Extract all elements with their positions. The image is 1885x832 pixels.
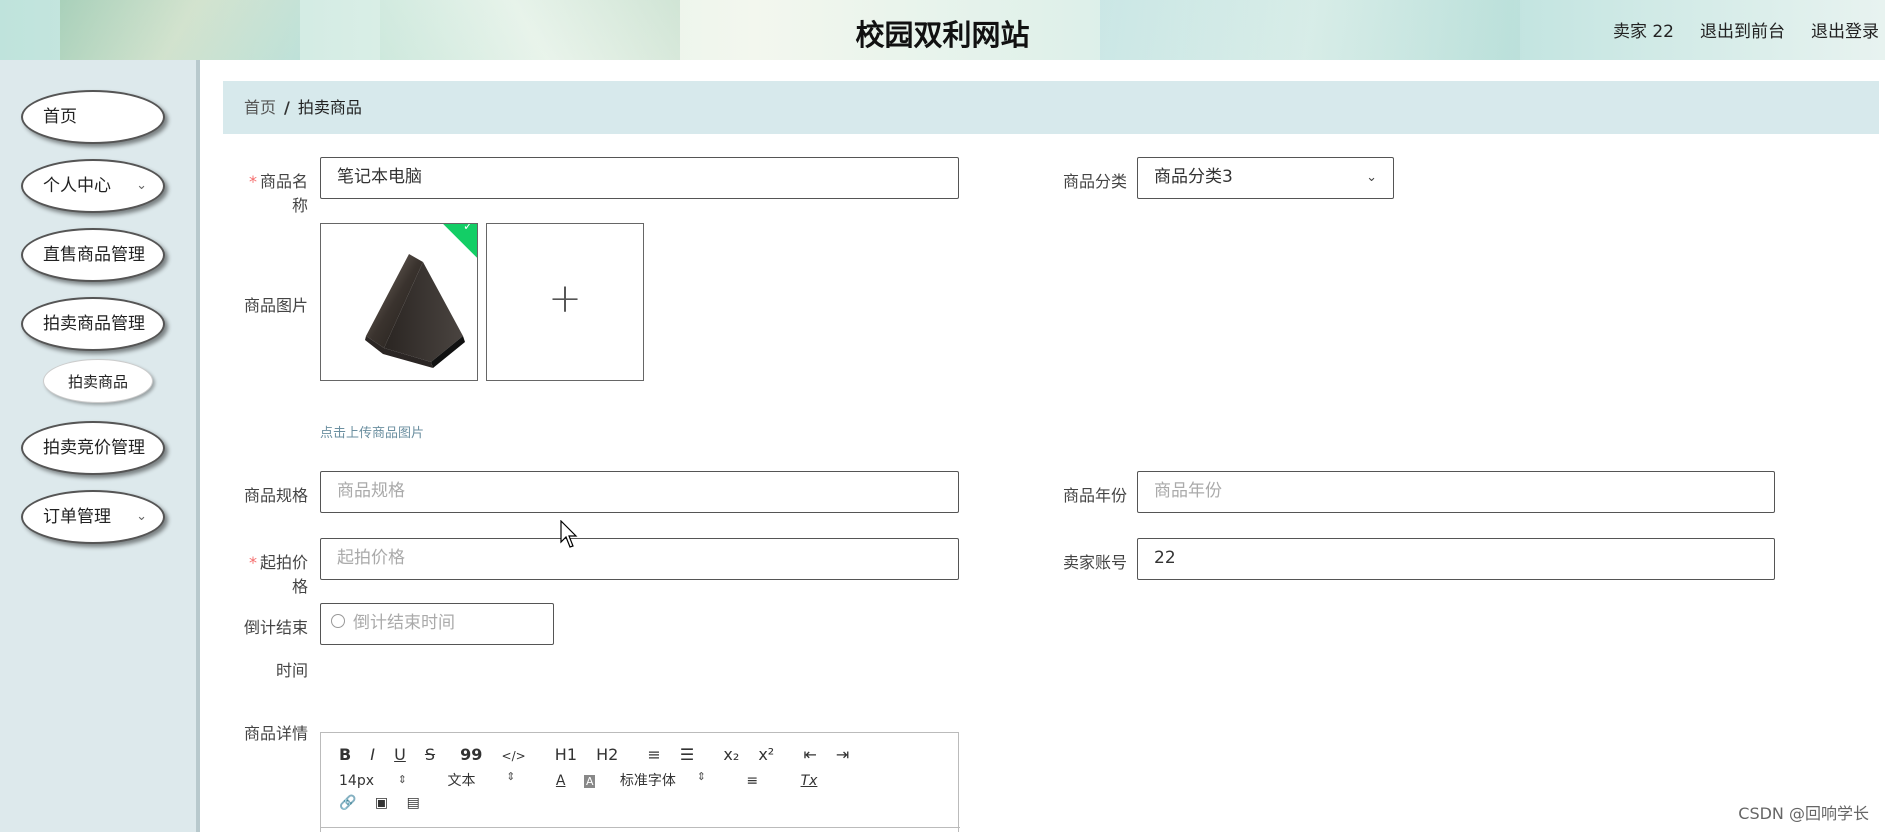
clear-format-icon[interactable]: Tx: [801, 773, 818, 789]
sidebar-item-home[interactable]: 首页: [21, 90, 165, 144]
breadcrumb: 首页 / 拍卖商品: [223, 81, 1879, 134]
editor-content-border: [321, 827, 960, 828]
countdown-placeholder: 倒计结束时间: [353, 613, 455, 633]
top-header: 校园双利网站 卖家 22 退出到前台 退出登录: [0, 0, 1885, 60]
product-name-label: * 商品名称: [248, 172, 308, 215]
sidebar: 首页 个人中心 ⌄ 直售商品管理 拍卖商品管理 拍卖商品 拍卖竞价管理 订单管理…: [0, 60, 200, 832]
starting-price-label: * 起拍价格: [248, 553, 308, 596]
background-color-icon[interactable]: A: [583, 775, 596, 788]
laptop-image: [365, 254, 465, 368]
bold-icon[interactable]: B: [339, 745, 351, 764]
breadcrumb-current: 拍卖商品: [297, 98, 362, 117]
sidebar-item-personal-center[interactable]: 个人中心 ⌄: [21, 159, 165, 213]
required-mark: *: [248, 172, 257, 191]
breadcrumb-separator: /: [284, 98, 290, 117]
product-spec-input[interactable]: 商品规格: [320, 471, 959, 513]
countdown-end-time-picker[interactable]: 倒计结束时间: [320, 603, 554, 645]
product-year-label: 商品年份: [1062, 486, 1127, 505]
superscript-icon[interactable]: x²: [758, 745, 774, 764]
back-to-front-link[interactable]: 退出到前台: [1700, 17, 1785, 42]
sidebar-item-label: 拍卖商品: [67, 373, 128, 391]
blockquote-icon[interactable]: 99: [460, 745, 482, 764]
header-1-icon[interactable]: H1: [555, 745, 577, 764]
sidebar-item-orders[interactable]: 订单管理 ⌄: [21, 490, 165, 544]
product-category-label: 商品分类: [1062, 172, 1127, 191]
link-icon[interactable]: 🔗: [339, 795, 356, 811]
category-selected-value: 商品分类3: [1154, 167, 1233, 187]
product-spec-label: 商品规格: [243, 486, 308, 505]
editor-toolbar-row-2: 14px ⇕ 文本 ⇕ A A 标准字体 ⇕ ≡ Tx: [339, 770, 831, 790]
clock-icon: [331, 614, 345, 628]
sidebar-item-label: 个人中心: [43, 176, 111, 196]
required-mark: *: [248, 553, 257, 572]
check-icon: ✓: [462, 223, 474, 234]
image-icon[interactable]: ▣: [375, 795, 388, 811]
uploaded-image-thumbnail[interactable]: ✓: [320, 223, 478, 381]
sidebar-item-auction-products[interactable]: 拍卖商品管理: [21, 297, 165, 351]
rich-text-editor[interactable]: B I U S 99 </> H1 H2 ≡ ☰ x₂ x² ⇤ ⇥ 14px ⇕…: [320, 732, 960, 832]
font-family-value: 标准字体: [619, 773, 676, 789]
logout-link[interactable]: 退出登录: [1811, 17, 1879, 42]
underline-icon[interactable]: U: [394, 745, 406, 764]
font-color-icon[interactable]: A: [556, 773, 566, 789]
sidebar-item-auction-bids[interactable]: 拍卖竞价管理: [21, 421, 165, 475]
select-arrows-icon: ⇕: [696, 770, 706, 783]
sidebar-item-label: 拍卖竞价管理: [43, 438, 145, 458]
product-year-input[interactable]: 商品年份: [1137, 471, 1775, 513]
chevron-down-icon: ⌄: [136, 178, 147, 193]
paragraph-select[interactable]: 文本 ⇕: [447, 770, 529, 790]
font-size-select[interactable]: 14px ⇕: [339, 773, 421, 789]
editor-toolbar-row-3: 🔗 ▣ ▤: [339, 795, 434, 811]
italic-icon[interactable]: I: [370, 745, 375, 764]
sidebar-item-label: 直售商品管理: [43, 245, 145, 265]
chevron-down-icon: ⌄: [1366, 170, 1377, 185]
select-arrows-icon: ⇕: [397, 773, 407, 786]
editor-toolbar-row-1: B I U S 99 </> H1 H2 ≡ ☰ x₂ x² ⇤ ⇥: [339, 745, 863, 764]
sidebar-subitem-auction-product[interactable]: 拍卖商品: [43, 359, 153, 403]
site-title: 校园双利网站: [855, 18, 1030, 52]
sidebar-item-label: 订单管理: [43, 507, 111, 527]
align-icon[interactable]: ≡: [746, 773, 758, 789]
chevron-down-icon: ⌄: [136, 509, 147, 524]
sidebar-item-label: 拍卖商品管理: [43, 314, 145, 334]
select-arrows-icon: ⇕: [506, 770, 516, 783]
countdown-label: 倒计结束: [243, 618, 308, 637]
seller-account-input[interactable]: 22: [1137, 538, 1775, 580]
subscript-icon[interactable]: x₂: [723, 745, 739, 764]
product-image-label: 商品图片: [243, 296, 308, 315]
product-name-input[interactable]: 笔记本电脑: [320, 157, 959, 199]
paragraph-value: 文本: [447, 773, 476, 789]
seller-account-label: 卖家账号: [1062, 553, 1127, 572]
video-icon[interactable]: ▤: [407, 795, 420, 811]
mouse-cursor-icon: [560, 520, 578, 548]
watermark: CSDN @回响学长: [1738, 804, 1869, 823]
ordered-list-icon[interactable]: ≡: [647, 745, 660, 764]
product-category-select[interactable]: 商品分类3 ⌄: [1137, 157, 1394, 199]
header-links: 卖家 22 退出到前台 退出登录: [1613, 17, 1879, 42]
starting-price-input[interactable]: 起拍价格: [320, 538, 959, 580]
bullet-list-icon[interactable]: ☰: [680, 745, 694, 764]
sidebar-item-label: 首页: [43, 107, 77, 127]
header-2-icon[interactable]: H2: [596, 745, 618, 764]
countdown-label-line2: 时间: [275, 661, 308, 680]
indent-icon[interactable]: ⇥: [836, 745, 849, 764]
upload-hint: 点击上传商品图片: [320, 426, 425, 441]
outdent-icon[interactable]: ⇤: [803, 745, 816, 764]
font-family-select[interactable]: 标准字体 ⇕: [620, 770, 720, 790]
sidebar-item-direct-sale[interactable]: 直售商品管理: [21, 228, 165, 282]
strikethrough-icon[interactable]: S: [425, 745, 435, 764]
code-block-icon[interactable]: </>: [502, 749, 526, 763]
add-image-button[interactable]: +: [486, 223, 644, 381]
product-detail-label: 商品详情: [243, 724, 308, 743]
font-size-value: 14px: [339, 773, 374, 789]
current-user-link[interactable]: 卖家 22: [1613, 17, 1674, 42]
breadcrumb-home[interactable]: 首页: [244, 98, 276, 117]
